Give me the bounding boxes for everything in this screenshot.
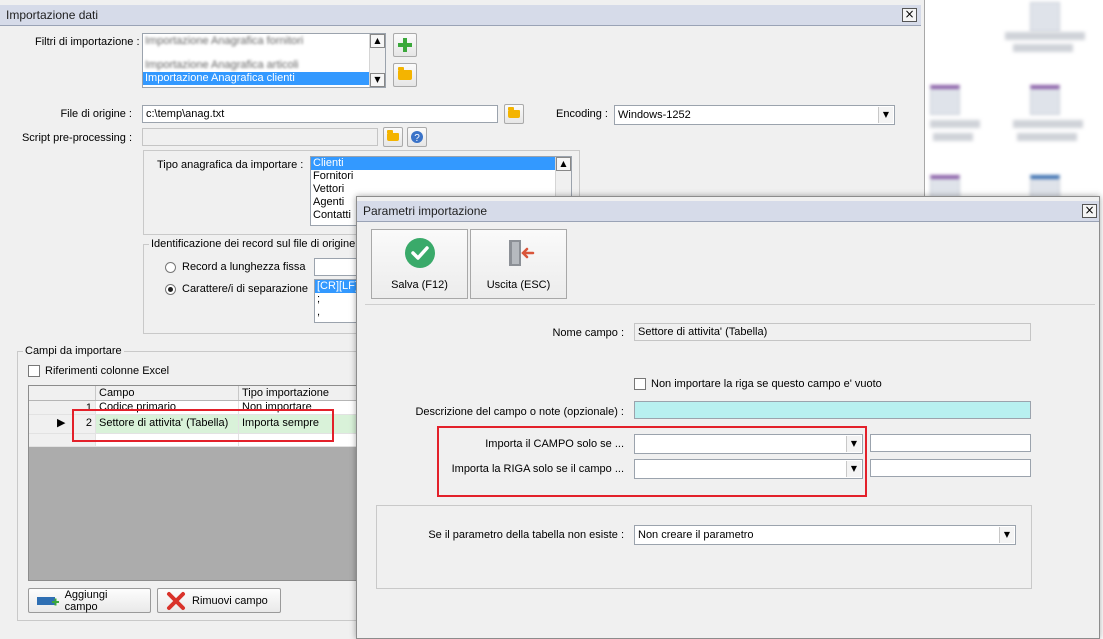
descrizione-input[interactable] xyxy=(634,401,1031,419)
folder-icon xyxy=(508,107,520,118)
dialog-titlebar: Parametri importazione xyxy=(357,201,1099,222)
chevron-down-icon[interactable]: ▼ xyxy=(999,527,1014,543)
import-window-titlebar: Importazione dati xyxy=(0,5,921,26)
radio-separator-label: Carattere/i di separazione xyxy=(182,283,308,295)
desktop-app-icon[interactable] xyxy=(930,85,960,115)
non-importare-label: Non importare la riga se questo campo e'… xyxy=(651,378,882,390)
exit-door-icon xyxy=(508,240,534,266)
desktop-app-icon[interactable] xyxy=(1030,2,1060,32)
filters-label: Filtri di importazione : xyxy=(35,36,140,48)
riferimenti-checkbox[interactable] xyxy=(28,365,40,377)
script-label: Script pre-processing : xyxy=(21,132,132,144)
browse-file-button[interactable] xyxy=(504,104,524,124)
remove-field-label: Rimuovi campo xyxy=(192,594,268,607)
desktop-icon-label xyxy=(1013,44,1073,52)
remove-field-button[interactable]: Rimuovi campo xyxy=(157,588,281,613)
identificazione-label: Identificazione dei record sul file di o… xyxy=(149,238,358,250)
filters-item[interactable]: Importazione Anagrafica fornitori xyxy=(143,35,385,48)
scroll-down-icon[interactable]: ▼ xyxy=(370,73,385,87)
radio-fixed-length[interactable] xyxy=(165,262,176,273)
filters-listbox[interactable]: Importazione Anagrafica fornitori Import… xyxy=(142,33,386,88)
save-button[interactable]: Salva (F12) xyxy=(371,229,468,299)
filters-item[interactable]: Importazione Anagrafica articoli xyxy=(143,59,385,72)
encoding-select[interactable]: Windows-1252 ▼ xyxy=(614,105,895,125)
open-filter-button[interactable] xyxy=(393,63,417,87)
non-importare-checkbox[interactable] xyxy=(634,378,646,390)
exit-button-label: Uscita (ESC) xyxy=(486,279,551,291)
exit-button[interactable]: Uscita (ESC) xyxy=(470,229,567,299)
desktop-icon-label xyxy=(1005,32,1085,40)
check-circle-icon xyxy=(404,238,435,268)
encoding-label: Encoding : xyxy=(556,108,608,120)
parametro-select[interactable]: Non creare il parametro ▼ xyxy=(634,525,1016,545)
tipo-item[interactable]: Fornitori xyxy=(311,170,571,183)
plus-icon xyxy=(398,38,412,52)
add-field-icon xyxy=(37,596,59,605)
parametro-value: Non creare il parametro xyxy=(638,529,754,541)
grid-header-tipo[interactable]: Tipo importazione xyxy=(239,386,357,400)
parametro-group xyxy=(376,505,1032,589)
desktop-app-icon[interactable] xyxy=(1030,85,1060,115)
script-help-button[interactable]: ? xyxy=(407,127,427,147)
importa-campo-input[interactable] xyxy=(870,434,1031,452)
import-window-title: Importazione dati xyxy=(6,8,99,22)
nome-campo-field: Settore di attivita' (Tabella) xyxy=(634,323,1031,341)
filters-item[interactable] xyxy=(143,48,385,59)
folder-icon xyxy=(398,67,412,80)
grid-header-campo[interactable]: Campo xyxy=(96,386,239,400)
filters-item-selected[interactable]: Importazione Anagrafica clienti xyxy=(143,72,369,85)
importa-riga-input[interactable] xyxy=(870,459,1031,477)
campi-group-label: Campi da importare xyxy=(23,345,124,357)
desktop-icon-label xyxy=(933,133,973,141)
parametri-dialog: Parametri importazione × Salva (F12) Usc… xyxy=(356,196,1100,639)
import-window-close-button[interactable]: × xyxy=(902,8,917,22)
help-icon: ? xyxy=(411,131,423,144)
script-input[interactable] xyxy=(142,128,378,146)
add-field-button[interactable]: Aggiungi campo xyxy=(28,588,151,613)
desktop-icon-label xyxy=(930,120,980,128)
descrizione-label: Descrizione del campo o note (opzionale)… xyxy=(415,406,624,418)
red-annotation-box xyxy=(72,409,334,442)
file-origin-input[interactable]: c:\temp\anag.txt xyxy=(142,105,498,123)
filters-scrollbar[interactable]: ▲ ▼ xyxy=(369,34,385,87)
delete-icon xyxy=(167,591,185,610)
add-filter-button[interactable] xyxy=(393,33,417,57)
scroll-up-icon[interactable]: ▲ xyxy=(556,157,571,171)
dialog-close-button[interactable]: × xyxy=(1082,204,1097,218)
file-origin-label: File di origine : xyxy=(60,108,132,120)
radio-separator[interactable] xyxy=(165,284,176,295)
folder-icon xyxy=(387,130,399,141)
grid-header-corner xyxy=(29,386,96,400)
riferimenti-label: Riferimenti colonne Excel xyxy=(45,365,170,377)
grid-header: Campo Tipo importazione xyxy=(29,386,357,401)
tipo-anagrafica-label: Tipo anagrafica da importare : xyxy=(157,159,304,171)
red-annotation-box xyxy=(437,426,867,497)
toolbar-divider xyxy=(365,304,1095,305)
tipo-item[interactable]: Vettori xyxy=(311,183,571,196)
current-row-marker-icon: ▶ xyxy=(29,415,69,433)
radio-fixed-length-label: Record a lunghezza fissa xyxy=(182,261,306,273)
desktop-icon-label xyxy=(1013,120,1083,128)
add-field-label: Aggiungi campo xyxy=(64,588,108,613)
desktop-icon-label xyxy=(1017,133,1077,141)
save-button-label: Salva (F12) xyxy=(391,279,448,291)
scroll-up-icon[interactable]: ▲ xyxy=(370,34,385,48)
tipo-item-selected[interactable]: Clienti xyxy=(311,157,555,170)
encoding-value: Windows-1252 xyxy=(618,109,691,121)
nome-campo-label: Nome campo : xyxy=(552,327,624,339)
browse-script-button[interactable] xyxy=(383,127,403,147)
parametro-label: Se il parametro della tabella non esiste… xyxy=(428,529,624,541)
svg-text:?: ? xyxy=(414,133,420,144)
chevron-down-icon[interactable]: ▼ xyxy=(878,107,893,123)
dialog-title: Parametri importazione xyxy=(363,204,488,218)
